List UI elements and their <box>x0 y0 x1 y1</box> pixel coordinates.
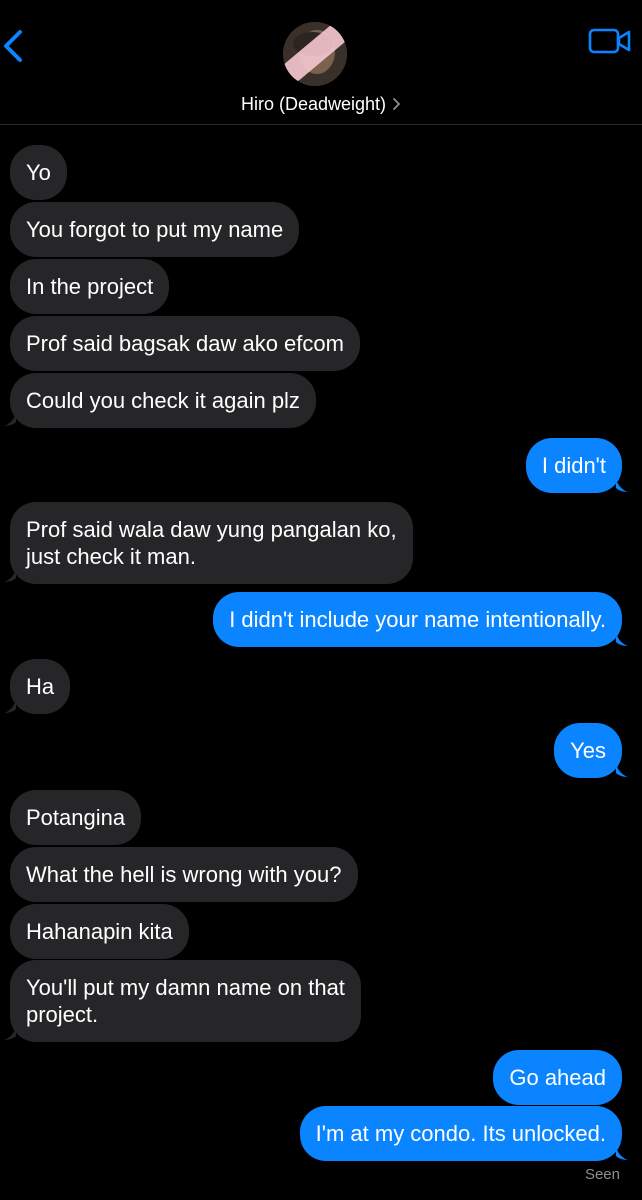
incoming-message-bubble[interactable]: What the hell is wrong with you? <box>10 847 358 902</box>
contact-name-button[interactable]: Hiro (Deadweight) <box>0 94 642 116</box>
bubble-tail <box>4 410 16 426</box>
avatar-photo <box>283 22 347 86</box>
contact-avatar[interactable] <box>283 22 347 86</box>
bubble-tail <box>616 476 628 492</box>
bubble-tail <box>616 630 628 646</box>
conversation-header: Hiro (Deadweight) <box>0 0 642 125</box>
bubble-tail <box>4 1024 16 1040</box>
back-button[interactable] <box>0 22 40 70</box>
bubble-tail <box>4 697 16 713</box>
chevron-right-icon <box>392 95 401 116</box>
read-receipt: Seen <box>584 1166 620 1183</box>
outgoing-message-bubble[interactable]: I didn't include your name intentionally… <box>213 592 622 647</box>
outgoing-message-bubble[interactable]: Go ahead <box>493 1050 622 1105</box>
incoming-message-bubble[interactable]: You'll put my damn name on that project. <box>10 960 361 1042</box>
video-camera-icon <box>588 28 631 54</box>
incoming-message-bubble[interactable]: Prof said bagsak daw ako efcom <box>10 316 360 371</box>
outgoing-message-bubble[interactable]: Yes <box>554 723 622 778</box>
incoming-message-bubble[interactable]: Prof said wala daw yung pangalan ko, jus… <box>10 502 413 584</box>
outgoing-message-bubble[interactable]: I'm at my condo. Its unlocked. <box>299 1106 622 1161</box>
incoming-message-bubble[interactable]: You forgot to put my name <box>10 202 300 257</box>
incoming-message-bubble[interactable]: Yo <box>10 145 67 200</box>
incoming-message-bubble[interactable]: Hahanapin kita <box>10 904 189 959</box>
incoming-message-bubble[interactable]: Could you check it again plz <box>10 373 316 428</box>
chevron-left-icon <box>4 30 22 62</box>
video-call-button[interactable] <box>588 26 632 56</box>
incoming-message-bubble[interactable]: Potangina <box>10 790 142 845</box>
outgoing-message-bubble[interactable]: I didn't <box>525 438 622 493</box>
contact-name: Hiro (Deadweight) <box>240 94 387 114</box>
bubble-tail <box>616 761 628 777</box>
incoming-message-bubble[interactable]: In the project <box>10 259 170 314</box>
incoming-message-bubble[interactable]: Ha <box>10 659 71 714</box>
bubble-tail <box>4 566 16 582</box>
bubble-tail <box>616 1144 628 1160</box>
